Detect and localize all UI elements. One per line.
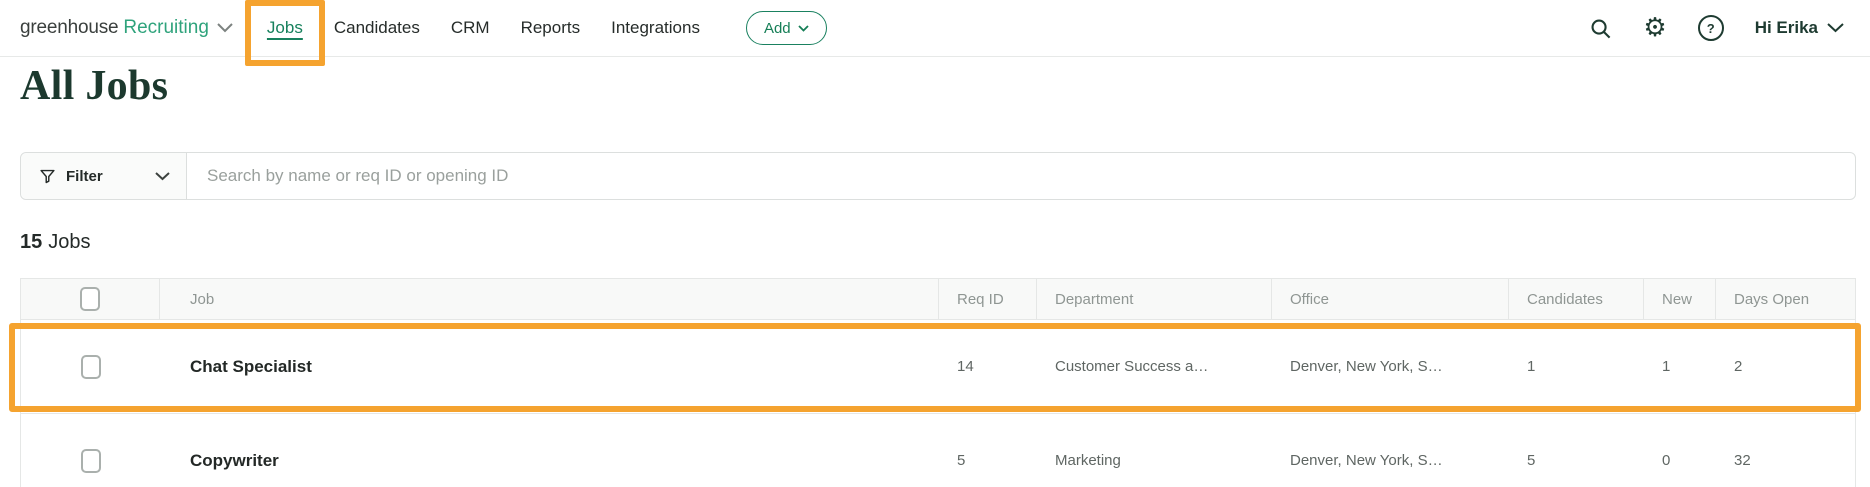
table-row-copywriter: Copywriter 5 Marketing Denver, New York,… [21,414,1855,487]
tab-candidates[interactable]: Candidates [334,18,420,38]
candidates-cell: 1 [1509,358,1644,375]
filter-search-bar: Filter [20,152,1856,200]
row-checkbox[interactable] [81,355,101,379]
add-button-label: Add [764,20,791,37]
chevron-down-icon [1827,23,1844,33]
page-title: All Jobs [20,62,168,110]
tab-crm[interactable]: CRM [451,18,490,38]
gear-icon[interactable]: ⚙ [1643,17,1666,39]
department-cell: Customer Success a… [1037,358,1272,375]
candidates-cell: 5 [1509,452,1644,469]
new-cell: 0 [1644,452,1716,469]
nav-utilities: ⚙ ? Hi Erika [1589,15,1844,41]
chevron-down-icon [217,23,233,33]
chevron-down-icon [798,25,809,32]
job-name-link[interactable]: Chat Specialist [160,357,939,377]
search-icon[interactable] [1589,17,1612,40]
office-cell: Denver, New York, S… [1272,452,1509,469]
job-name-link[interactable]: Copywriter [160,451,939,471]
department-cell: Marketing [1037,452,1272,469]
column-header-req-id[interactable]: Req ID [939,279,1037,319]
jobs-count-number: 15 [20,231,42,253]
days-open-cell: 32 [1716,452,1855,469]
greenhouse-logo[interactable]: greenhouse Recruiting [20,17,233,39]
logo-brand-text: greenhouse [20,17,118,39]
chevron-down-icon [155,172,170,181]
search-input[interactable] [187,153,1855,199]
top-nav: greenhouse Recruiting Jobs Candidates CR… [0,0,1870,57]
new-cell: 1 [1644,358,1716,375]
column-header-candidates[interactable]: Candidates [1509,279,1644,319]
table-row-chat-specialist: Chat Specialist 14 Customer Success a… D… [21,320,1855,414]
logo-product-text: Recruiting [123,17,209,39]
user-name: Hi Erika [1755,18,1818,38]
req-id-cell: 14 [939,358,1037,375]
jobs-count: 15 Jobs [20,231,91,254]
add-button[interactable]: Add [746,11,827,45]
column-header-job[interactable]: Job [160,279,939,319]
column-header-office[interactable]: Office [1272,279,1509,319]
column-header-department[interactable]: Department [1037,279,1272,319]
row-checkbox[interactable] [81,449,101,473]
tab-integrations[interactable]: Integrations [611,18,700,38]
select-all-checkbox[interactable] [80,287,100,311]
funnel-icon [39,168,56,185]
column-header-new[interactable]: New [1644,279,1716,319]
jobs-table: Job Req ID Department Office Candidates … [20,278,1856,487]
select-all-cell [21,279,160,319]
days-open-cell: 2 [1716,358,1855,375]
tab-reports[interactable]: Reports [521,18,581,38]
tab-jobs-wrapper: Jobs [267,18,303,38]
user-menu[interactable]: Hi Erika [1755,18,1844,38]
filter-button[interactable]: Filter [21,153,187,199]
table-header-row: Job Req ID Department Office Candidates … [21,279,1855,320]
all-jobs-page: greenhouse Recruiting Jobs Candidates CR… [0,0,1870,487]
office-cell: Denver, New York, S… [1272,358,1509,375]
tab-jobs[interactable]: Jobs [267,18,303,38]
jobs-count-label: Jobs [48,231,90,253]
main-nav: Jobs Candidates CRM Reports Integrations [267,18,700,38]
filter-button-label: Filter [66,168,103,185]
help-icon[interactable]: ? [1698,15,1724,41]
req-id-cell: 5 [939,452,1037,469]
column-header-days-open[interactable]: Days Open [1716,279,1855,319]
